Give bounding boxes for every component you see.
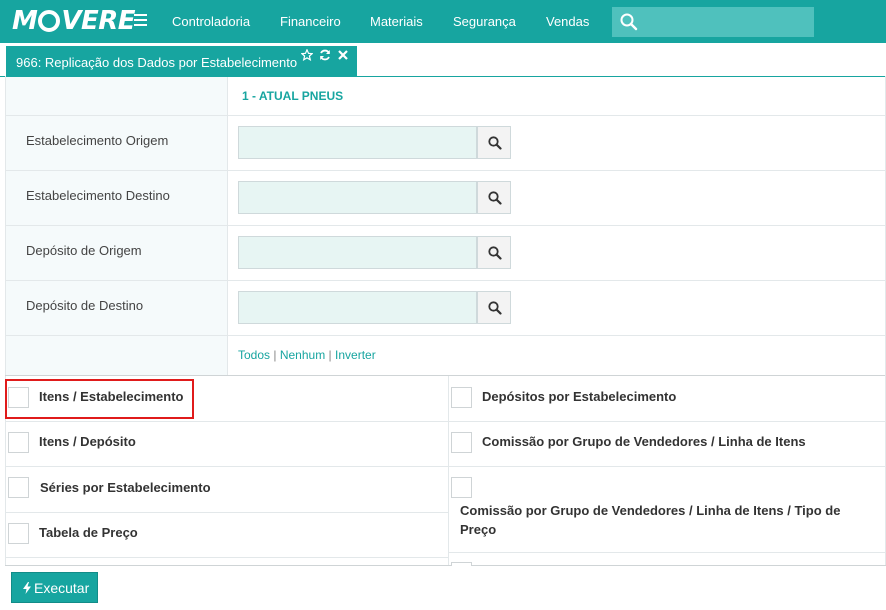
link-separator: | bbox=[328, 348, 332, 362]
logo-text-rest: VERE bbox=[61, 6, 136, 36]
divider bbox=[5, 170, 886, 171]
menu-controladoria[interactable]: Controladoria bbox=[172, 0, 250, 43]
option-label: Itens / Depósito bbox=[39, 434, 136, 449]
logo-text: M bbox=[12, 6, 38, 36]
form-label-column bbox=[5, 77, 228, 376]
deposito-destino-search-button[interactable] bbox=[477, 291, 511, 324]
select-all-link[interactable]: Todos bbox=[238, 348, 270, 362]
divider bbox=[5, 512, 448, 513]
deposito-destino-input[interactable] bbox=[238, 291, 477, 324]
selection-links: Todos | Nenhum | Inverter bbox=[238, 348, 376, 362]
refresh-icon[interactable] bbox=[319, 49, 331, 61]
menu-vendas[interactable]: Vendas bbox=[546, 0, 589, 43]
estab-origem-search-button[interactable] bbox=[477, 126, 511, 159]
tab-bar: 966: Replicação dos Dados por Estabeleci… bbox=[0, 43, 886, 77]
search-icon bbox=[488, 301, 502, 315]
highlight-box bbox=[5, 379, 194, 419]
checkbox-comissao-grupo-linha[interactable] bbox=[451, 432, 472, 453]
deposito-origem-search-button[interactable] bbox=[477, 236, 511, 269]
checkbox-itens-deposito[interactable] bbox=[8, 432, 29, 453]
divider bbox=[5, 375, 886, 376]
close-icon[interactable] bbox=[337, 49, 349, 61]
logo-o-mark bbox=[38, 10, 61, 32]
option-label: Depósitos por Estabelecimento bbox=[482, 389, 677, 404]
execute-label: Executar bbox=[34, 580, 90, 596]
menu-materiais[interactable]: Materiais bbox=[370, 0, 423, 43]
option-label: Comissão por Grupo de Vendedores / Linha… bbox=[482, 434, 806, 449]
divider bbox=[5, 421, 448, 422]
execute-button[interactable]: Executar bbox=[11, 572, 98, 603]
checkbox-comissao-grupo-linha-tipo[interactable] bbox=[451, 477, 472, 498]
field-label-deposito-origem: Depósito de Origem bbox=[26, 243, 142, 258]
divider bbox=[449, 552, 886, 553]
link-separator: | bbox=[273, 348, 277, 362]
field-label-estab-destino: Estabelecimento Destino bbox=[26, 188, 170, 203]
top-navbar: M VERE Controladoria Financeiro Materiais… bbox=[0, 0, 886, 43]
field-label-deposito-destino: Depósito de Destino bbox=[26, 298, 144, 313]
estab-origem-input[interactable] bbox=[238, 126, 477, 159]
divider bbox=[5, 280, 886, 281]
tab-replicacao[interactable]: 966: Replicação dos Dados por Estabeleci… bbox=[6, 46, 357, 76]
divider bbox=[5, 557, 448, 558]
form-left-border bbox=[5, 76, 6, 566]
option-label: Séries por Estabelecimento bbox=[40, 480, 211, 495]
search-icon bbox=[488, 136, 502, 150]
field-label-estab-origem: Estabelecimento Origem bbox=[26, 133, 169, 148]
select-none-link[interactable]: Nenhum bbox=[280, 348, 325, 362]
divider bbox=[449, 421, 886, 422]
star-icon[interactable] bbox=[301, 49, 313, 61]
menu-seguranca[interactable]: Segurança bbox=[453, 0, 516, 43]
search-icon bbox=[488, 246, 502, 260]
deposito-origem-input[interactable] bbox=[238, 236, 477, 269]
search-input[interactable] bbox=[612, 7, 814, 37]
invert-selection-link[interactable]: Inverter bbox=[335, 348, 376, 362]
divider bbox=[5, 466, 448, 467]
option-label: Tabela de Preço bbox=[39, 525, 138, 540]
movere-logo[interactable]: M VERE bbox=[12, 6, 136, 36]
checkbox-series-estabelecimento[interactable] bbox=[8, 477, 29, 498]
option-label: Comissão por Grupo de Vendedores / Linha… bbox=[460, 503, 841, 537]
checkbox-tabela-preco[interactable] bbox=[8, 523, 29, 544]
search-icon bbox=[488, 191, 502, 205]
checkbox-partial[interactable] bbox=[451, 562, 472, 566]
company-name: 1 - ATUAL PNEUS bbox=[242, 89, 344, 103]
divider bbox=[5, 565, 886, 566]
estab-destino-input[interactable] bbox=[238, 181, 477, 214]
divider bbox=[5, 115, 886, 116]
hamburger-menu-icon[interactable] bbox=[134, 14, 147, 29]
options-column-divider bbox=[448, 376, 449, 566]
checkbox-depositos-estabelecimento[interactable] bbox=[451, 387, 472, 408]
estab-destino-search-button[interactable] bbox=[477, 181, 511, 214]
divider bbox=[449, 466, 886, 467]
search-icon bbox=[620, 13, 638, 31]
divider bbox=[5, 335, 886, 336]
tab-title: 966: Replicação dos Dados por Estabeleci… bbox=[16, 55, 298, 70]
menu-financeiro[interactable]: Financeiro bbox=[280, 0, 341, 43]
divider bbox=[5, 225, 886, 226]
bolt-icon bbox=[23, 582, 31, 594]
